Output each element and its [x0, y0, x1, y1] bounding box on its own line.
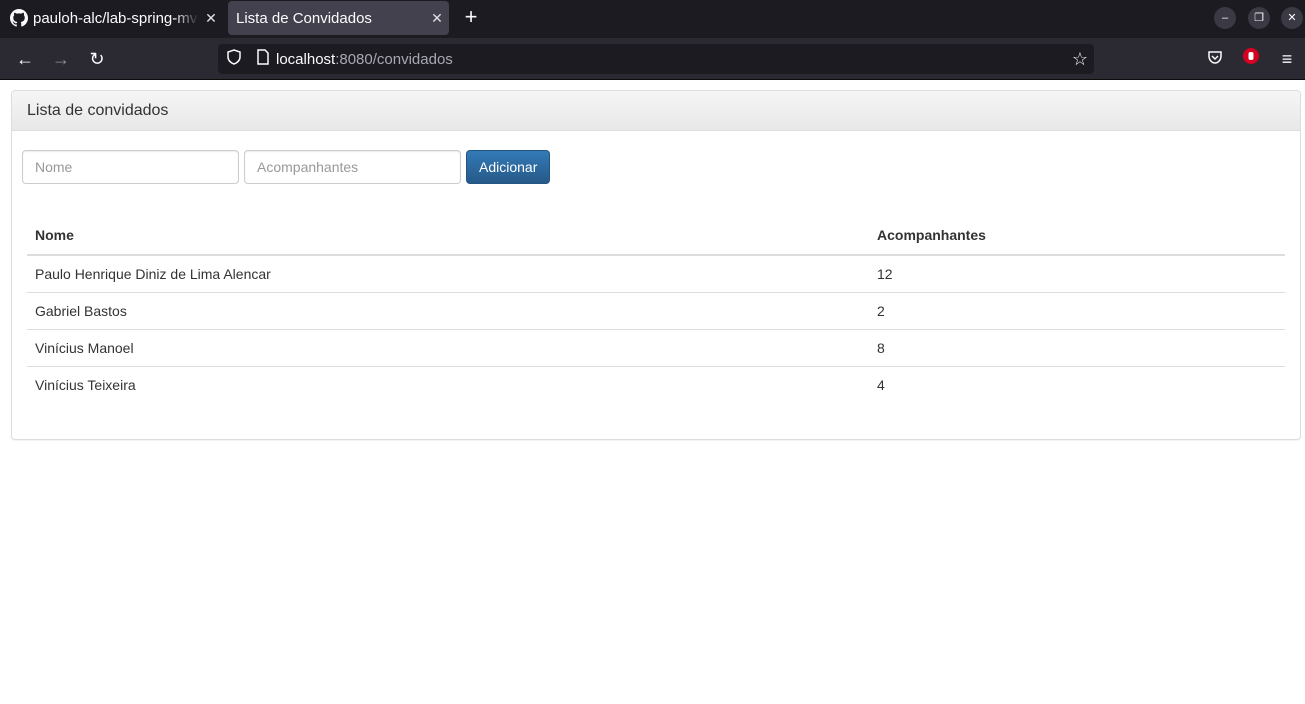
ublock-icon[interactable]	[1239, 47, 1263, 71]
url-host: localhost	[276, 50, 336, 68]
url-path: :8080/convidados	[335, 50, 453, 68]
bookmark-star-icon[interactable]: ☆	[1072, 49, 1088, 70]
cell-nome: Gabriel Bastos	[27, 291, 869, 329]
table-row: Paulo Henrique Diniz de Lima Alencar 12	[27, 254, 1285, 292]
acompanhantes-input[interactable]	[244, 150, 461, 184]
table-row: Vinícius Manoel 8	[27, 328, 1285, 366]
guest-list-panel: Lista de convidados Adicionar Nome Acomp…	[11, 90, 1301, 440]
close-icon[interactable]: ✕	[199, 10, 223, 27]
cell-nome: Vinícius Manoel	[27, 328, 869, 366]
cell-acompanhantes: 4	[869, 365, 1285, 403]
browser-tab-bar: pauloh-alc/lab-spring-mvc ✕ Lista de Con…	[0, 0, 1305, 38]
reload-icon[interactable]: ↻	[85, 47, 109, 71]
table-row: Vinícius Teixeira 4	[27, 365, 1285, 403]
tab-lista-convidados[interactable]: Lista de Convidados ✕	[228, 1, 449, 35]
cell-nome: Paulo Henrique Diniz de Lima Alencar	[27, 254, 869, 292]
menu-icon[interactable]: ≡	[1275, 47, 1299, 71]
close-icon[interactable]: ✕	[425, 10, 449, 27]
address-bar[interactable]: localhost:8080/convidados ☆	[218, 44, 1094, 74]
cell-nome: Vinícius Teixeira	[27, 365, 869, 403]
minimize-icon[interactable]: –	[1214, 7, 1236, 29]
header-nome: Nome	[27, 216, 869, 256]
add-guest-form: Adicionar	[22, 150, 551, 184]
page-icon	[250, 48, 276, 70]
table-row: Gabriel Bastos 2	[27, 291, 1285, 329]
back-icon[interactable]: ←	[13, 47, 37, 71]
cell-acompanhantes: 2	[869, 291, 1285, 329]
cell-acompanhantes: 8	[869, 328, 1285, 366]
forward-icon[interactable]: →	[49, 47, 73, 71]
panel-title: Lista de convidados	[12, 91, 1300, 131]
adicionar-button[interactable]: Adicionar	[466, 150, 551, 184]
github-icon	[10, 9, 28, 27]
tab-title: pauloh-alc/lab-spring-mvc	[33, 9, 199, 27]
restore-icon[interactable]: ❐	[1248, 7, 1270, 29]
new-tab-icon[interactable]: +	[458, 4, 484, 30]
close-window-icon[interactable]: ✕	[1281, 7, 1303, 29]
nome-input[interactable]	[22, 150, 239, 184]
browser-toolbar: ← → ↻ localhost:8080/convidados ☆ ≡	[0, 38, 1305, 80]
header-acompanhantes: Acompanhantes	[869, 216, 1285, 256]
cell-acompanhantes: 12	[869, 254, 1285, 292]
guest-table: Nome Acompanhantes Paulo Henrique Diniz …	[27, 216, 1285, 403]
table-header-row: Nome Acompanhantes	[27, 216, 1285, 256]
shield-icon[interactable]	[218, 48, 250, 70]
tab-github[interactable]: pauloh-alc/lab-spring-mvc ✕	[0, 0, 223, 36]
pocket-icon[interactable]	[1203, 47, 1227, 71]
tab-title: Lista de Convidados	[236, 9, 372, 27]
